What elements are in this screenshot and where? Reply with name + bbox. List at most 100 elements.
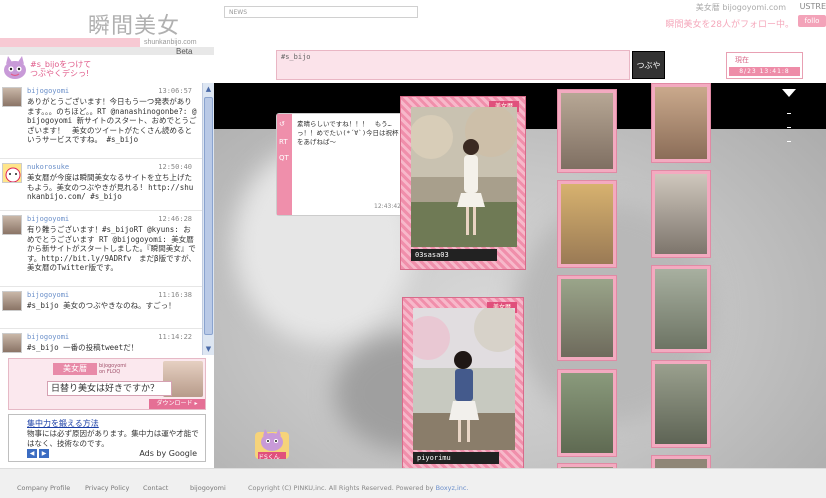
google-text-ad[interactable]: 集中力を鍛える方法 物事には必ず原因があります。集中力は運や才能ではなく、技術な…: [8, 414, 206, 462]
tweet-body: 美女暦が今度は瞬間美女なるサイトを立ち上げたもよう。美女のつぶやきが見れる! h…: [27, 173, 194, 201]
photo-thumbnail[interactable]: [651, 360, 711, 448]
tweet-submit-button[interactable]: つぶやく: [632, 51, 665, 98]
copyright: Copyright (C) PINKU,inc. All Rights Rese…: [248, 484, 469, 492]
bijogoyomi-banner-ad[interactable]: 美女暦 bijogoyomi on FLOQ 日替り美女は好きですか？ ダウンロ…: [8, 358, 206, 410]
tweet-item[interactable]: bijogoyomi 11:14:22 #s_bijo 一番の投稿tweetだ！: [0, 329, 202, 355]
ad-nav: ◀ ▶: [27, 449, 49, 458]
follow-button[interactable]: follo: [798, 15, 826, 27]
thumbnail-image: [655, 87, 707, 159]
photo-card[interactable]: 美女暦 piyorimu: [402, 297, 524, 468]
ds-kun-label: ドSくん: [258, 454, 280, 461]
footer-link-bijogoyomi[interactable]: bijogoyomi: [190, 484, 226, 492]
cat-avatar-icon: [5, 167, 21, 182]
beta-label: Beta: [176, 47, 193, 56]
retweet-button[interactable]: RT: [279, 138, 288, 146]
avatar[interactable]: [2, 87, 22, 107]
tweet-item[interactable]: bijogoyomi 13:06:57 ありがとうございます！今日もう一つ発表が…: [0, 83, 202, 159]
woman-photo: [411, 107, 517, 247]
clock-value: 8/23 13:41:8: [729, 67, 800, 76]
download-button[interactable]: ダウンロード ▸: [149, 399, 205, 409]
tweet-bubble[interactable]: ↺ RT QT 素晴らしいですね！！！ もう…っ！！めでたい(*´∀`)今日は祝…: [276, 113, 408, 216]
avatar[interactable]: [2, 333, 22, 353]
thumbnail-image: [655, 459, 707, 468]
photo-thumbnail[interactable]: [651, 455, 711, 468]
news-ticker[interactable]: NEWS: [224, 6, 418, 18]
footer-link-company[interactable]: Company Profile: [17, 484, 70, 492]
powered-by-link[interactable]: Boxyz,inc.: [436, 484, 469, 492]
photo-thumbnail[interactable]: [557, 369, 617, 457]
ad-brand: 美女暦: [53, 363, 97, 375]
quote-button[interactable]: QT: [279, 154, 289, 162]
thumbnail-image: [561, 373, 613, 453]
tweet-item[interactable]: bijogoyomi 11:16:38 #s_bijo 美女のつぶやきなのね。す…: [0, 287, 202, 329]
top-bar: NEWS 美女暦 bijogoyomi.com USTRE 瞬間美女を28人がフ…: [214, 0, 826, 98]
avatar[interactable]: [2, 291, 22, 311]
tweet-item[interactable]: bijogoyomi 12:46:28 有り難うございます！#s_bijoRT …: [0, 211, 202, 287]
tweet-time: 12:50:40: [158, 163, 192, 171]
tweet-time: 11:16:38: [158, 291, 192, 299]
tweet-user[interactable]: bijogoyomi: [27, 87, 69, 95]
tweet-user[interactable]: bijogoyomi: [27, 215, 69, 223]
photo-thumbnail[interactable]: [651, 83, 711, 163]
tweet-item[interactable]: nukorosuke 12:50:40 美女暦が今度は瞬間美女なるサイトを立ち上…: [0, 159, 202, 211]
feed-scrollbar[interactable]: ▲ ▼: [202, 83, 214, 355]
ad-brand-sub: bijogoyomi on FLOQ: [99, 363, 127, 375]
tweet-user[interactable]: bijogoyomi: [27, 333, 69, 341]
photo-stage[interactable]: ↺ RT QT 素晴らしいですね！！！ もう…っ！！めでたい(*´∀`)今日は祝…: [214, 83, 826, 468]
page: 瞬間美女 shunkanbijo.com Beta #s_bijoをつけて つぶ…: [0, 0, 826, 498]
photo-thumbnail[interactable]: [557, 89, 617, 173]
footer-link-contact[interactable]: Contact: [143, 484, 168, 492]
photo-card[interactable]: 美女暦 03sasa03: [400, 96, 526, 270]
scroll-down-icon[interactable]: ▼: [204, 344, 213, 354]
ads-by-google[interactable]: Ads by Google: [139, 449, 197, 458]
footer: Company Profile Privacy Policy Contact b…: [0, 468, 826, 498]
ad-headline[interactable]: 集中力を鍛える方法: [27, 418, 99, 429]
ad-next-icon[interactable]: ▶: [39, 449, 49, 458]
ad-text: 物事には必ず原因があります。集中力は運や才能ではなく、技術なのです。: [27, 429, 199, 448]
tweet-time: 13:06:57: [158, 87, 192, 95]
tweet-body: ありがとうございます！今日もう一つ発表があります。。。のちほど。。RT @nan…: [27, 97, 197, 144]
tweet-feed[interactable]: bijogoyomi 13:06:57 ありがとうございます！今日もう一つ発表が…: [0, 83, 214, 355]
bubble-actions: ↺ RT QT: [277, 114, 292, 215]
photo-thumbnail[interactable]: [651, 170, 711, 258]
tweet-user[interactable]: nukorosuke: [27, 163, 69, 171]
ustream-link[interactable]: USTRE: [800, 2, 826, 11]
card-caption[interactable]: 03sasa03: [411, 249, 497, 261]
tweet-input[interactable]: #s_bijo: [276, 50, 630, 80]
photo-thumbnail[interactable]: [651, 265, 711, 353]
card-photo[interactable]: [413, 308, 515, 450]
tweet-user[interactable]: bijogoyomi: [27, 291, 69, 299]
scroll-tick: [787, 127, 791, 128]
thumbnail-image: [561, 93, 613, 169]
site-domain: shunkanbijo.com: [144, 39, 197, 46]
clock-label: 現在: [735, 56, 749, 64]
site-logo[interactable]: 瞬間美女: [88, 8, 180, 40]
site-title[interactable]: 美女暦 bijogoyomi.com: [696, 2, 786, 13]
card-caption[interactable]: piyorimu: [413, 452, 499, 464]
scroll-tick: [787, 113, 791, 114]
woman-photo: [413, 308, 515, 450]
tweet-time: 11:14:22: [158, 333, 192, 341]
tweet-body: #s_bijo 美女のつぶやきなのね。すごっ！: [27, 301, 176, 310]
copyright-text: Copyright (C) PINKU,inc. All Rights Rese…: [248, 484, 436, 492]
tweet-body: #s_bijo 一番の投稿tweetだ！: [27, 343, 139, 352]
ad-slogan: 日替り美女は好きですか？: [47, 381, 172, 396]
tweet-body: 有り難うございます！#s_bijoRT @kyuns: おめでとうございます R…: [27, 225, 196, 272]
stage-scroll-indicator[interactable]: [782, 83, 796, 468]
hashtag-hint: #s_bijoをつけて つぶやくデシっ!: [30, 60, 92, 78]
card-photo[interactable]: [411, 107, 517, 247]
photo-thumbnail[interactable]: [557, 180, 617, 268]
photo-thumbnail[interactable]: [557, 275, 617, 361]
scroll-pointer-icon: [782, 89, 796, 97]
scrollbar-thumb[interactable]: [204, 97, 213, 335]
reply-icon[interactable]: ↺: [279, 120, 285, 128]
ad-prev-icon[interactable]: ◀: [27, 449, 37, 458]
avatar[interactable]: [2, 163, 22, 183]
footer-link-privacy[interactable]: Privacy Policy: [85, 484, 129, 492]
avatar[interactable]: [2, 215, 22, 235]
thumbnail-image: [655, 364, 707, 444]
clock-panel: 現在 8/23 13:41:8: [726, 52, 803, 79]
scroll-up-icon[interactable]: ▲: [204, 84, 213, 94]
follower-count: 瞬間美女を28人がフォロー中。: [665, 20, 794, 30]
tweet-time: 12:46:28: [158, 215, 192, 223]
